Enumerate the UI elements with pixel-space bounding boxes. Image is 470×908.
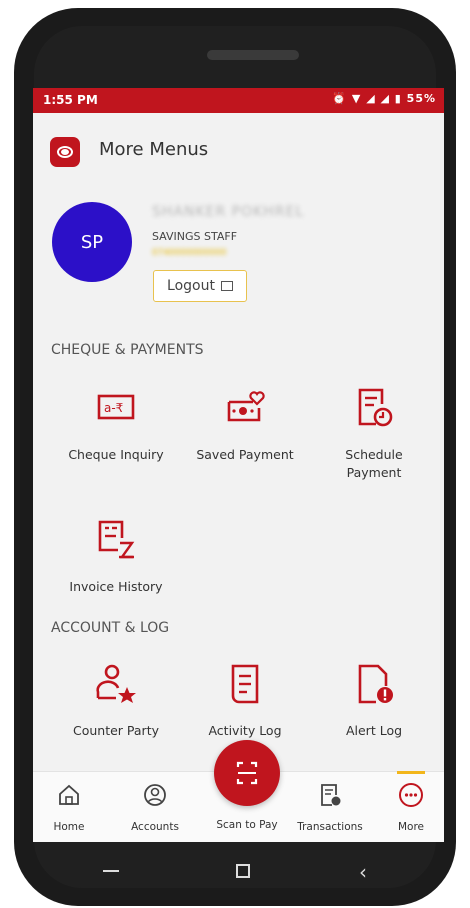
profile-name: SHANKER POKHREL	[152, 204, 305, 220]
counter-party-icon	[96, 664, 136, 703]
system-recents-button[interactable]	[103, 870, 119, 872]
bank-logo-icon	[50, 137, 80, 167]
menu-item-label: Saved Payment	[196, 447, 294, 462]
system-navigation-bar: ‹	[33, 842, 444, 900]
nav-item-home[interactable]: Home	[33, 772, 105, 833]
more-icon	[399, 783, 423, 807]
account-circle-icon	[144, 784, 166, 806]
avatar: SP	[52, 202, 132, 282]
menu-item-invoice-history[interactable]: Invoice History	[53, 516, 179, 596]
nav-label: Transactions	[297, 821, 363, 833]
nav-item-more[interactable]: More	[375, 772, 444, 833]
nav-label: More	[397, 821, 425, 833]
nav-label: Accounts	[131, 821, 179, 833]
profile-role: SAVINGS STAFF	[152, 230, 238, 243]
logout-icon	[220, 281, 233, 291]
logout-label: Logout	[167, 278, 215, 294]
menu-item-label: Cheque Inquiry	[68, 447, 164, 462]
menu-item-saved-payment[interactable]: Saved Payment	[182, 384, 308, 464]
nav-item-accounts[interactable]: Accounts	[119, 772, 191, 833]
system-back-icon[interactable]: ‹	[359, 860, 367, 884]
menu-item-alert-log[interactable]: Alert Log	[311, 660, 437, 740]
status-bar: 1:55 PM ⏰ ▼ ◢ ◢ ▮ 55%	[33, 88, 444, 113]
status-icons: ⏰ ▼ ◢ ◢ ▮ 55%	[332, 92, 436, 105]
saved-payment-icon	[227, 391, 265, 422]
status-time: 1:55 PM	[43, 93, 98, 107]
scan-icon	[236, 761, 258, 785]
transactions-icon	[321, 784, 341, 806]
schedule-payment-icon	[358, 388, 393, 427]
active-tab-indicator	[397, 771, 425, 774]
system-home-button[interactable]	[236, 864, 250, 878]
menu-item-label: Counter Party	[73, 723, 159, 738]
scan-to-pay-label: Scan to Pay	[216, 819, 278, 831]
menu-item-label: Activity Log	[208, 723, 282, 738]
speaker-grille	[207, 50, 299, 60]
cheque-icon: a-₹	[97, 394, 135, 420]
section-title-cheque-payments: CHEQUE & PAYMENTS	[51, 342, 204, 358]
alert-log-icon	[358, 664, 393, 704]
svg-text:a-₹: a-₹	[104, 401, 124, 415]
menu-item-activity-log[interactable]: Activity Log	[182, 660, 308, 740]
page-header: More Menus	[33, 113, 444, 173]
profile-account-number: 0740000000000	[152, 248, 227, 258]
page-title: More Menus	[99, 139, 209, 160]
menu-item-counter-party[interactable]: Counter Party	[53, 660, 179, 740]
invoice-history-icon	[98, 520, 135, 559]
home-icon	[59, 784, 79, 805]
section-title-account-log: ACCOUNT & LOG	[51, 620, 170, 636]
logout-button[interactable]: Logout	[153, 270, 247, 302]
nav-label: Home	[53, 821, 85, 833]
scan-to-pay-button[interactable]	[214, 740, 280, 806]
menu-item-cheque-inquiry[interactable]: a-₹ Cheque Inquiry	[53, 384, 179, 464]
menu-item-label: Alert Log	[345, 723, 403, 738]
app-screen: 1:55 PM ⏰ ▼ ◢ ◢ ▮ 55% More Menus SP SHAN…	[33, 88, 444, 842]
activity-log-icon	[231, 664, 259, 704]
menu-item-label: Invoice History	[69, 579, 163, 594]
menu-item-schedule-payment[interactable]: Schedule Payment	[311, 384, 437, 482]
menu-item-label: Schedule Payment	[345, 447, 403, 480]
nav-item-transactions[interactable]: Transactions	[294, 772, 366, 833]
